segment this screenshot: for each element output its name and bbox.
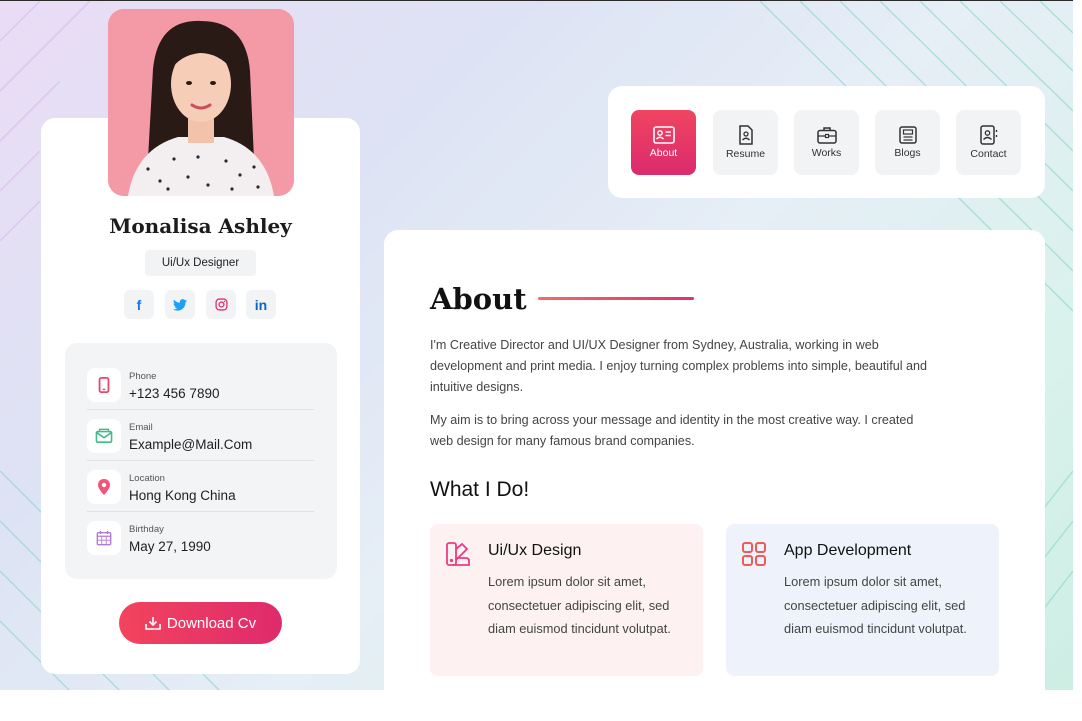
service-description: Lorem ipsum dolor sit amet, consectetuer… bbox=[784, 574, 967, 636]
tab-about[interactable]: About bbox=[631, 110, 696, 175]
linkedin-button[interactable]: in bbox=[246, 290, 276, 319]
briefcase-icon bbox=[816, 127, 837, 144]
phone-icon bbox=[98, 377, 110, 393]
contact-row-email: Email Example@Mail.Com bbox=[87, 410, 314, 461]
tab-label: About bbox=[649, 147, 678, 159]
apps-grid-icon bbox=[742, 542, 766, 566]
service-title: Ui/Ux Design bbox=[488, 542, 582, 559]
location-icon bbox=[98, 479, 110, 495]
service-title: App Development bbox=[784, 542, 912, 559]
contact-label: Location bbox=[129, 473, 165, 484]
location-icon-box bbox=[87, 470, 121, 504]
calendar-icon-box bbox=[87, 521, 121, 555]
tab-label: Blogs bbox=[894, 147, 921, 159]
contact-value: +123 456 7890 bbox=[129, 386, 220, 401]
contact-icon bbox=[979, 125, 997, 145]
email-icon bbox=[95, 428, 113, 444]
phone-icon-box bbox=[87, 368, 121, 402]
twitter-button[interactable] bbox=[165, 290, 195, 319]
avatar-portrait bbox=[108, 9, 294, 196]
design-icon bbox=[446, 542, 470, 566]
resume-icon bbox=[738, 125, 753, 145]
facebook-icon: f bbox=[136, 296, 142, 313]
instagram-icon bbox=[214, 298, 228, 311]
tab-label: Works bbox=[811, 147, 842, 159]
download-icon bbox=[145, 617, 161, 630]
service-card-app-development: App Development Lorem ipsum dolor sit am… bbox=[726, 524, 999, 676]
calendar-icon bbox=[96, 530, 112, 546]
section-title: About bbox=[430, 282, 527, 316]
contact-label: Email bbox=[129, 422, 153, 433]
twitter-icon bbox=[173, 298, 187, 311]
profile-role-badge: Ui/Ux Designer bbox=[145, 250, 256, 276]
email-icon-box bbox=[87, 419, 121, 453]
download-cv-button[interactable]: Download Cv bbox=[119, 602, 282, 644]
contact-label: Phone bbox=[129, 371, 157, 382]
service-description: Lorem ipsum dolor sit amet, consectetuer… bbox=[488, 574, 671, 636]
contact-info-panel: Phone +123 456 7890 Email Example@Mail.C… bbox=[65, 343, 337, 579]
contact-row-birthday: Birthday May 27, 1990 bbox=[87, 512, 314, 563]
tab-blogs[interactable]: Blogs bbox=[875, 110, 940, 175]
about-paragraph-1: I'm Creative Director and UI/UX Designer… bbox=[430, 338, 928, 394]
tab-label: Resume bbox=[725, 148, 766, 160]
tab-label: Contact bbox=[970, 148, 1007, 160]
tab-resume[interactable]: Resume bbox=[713, 110, 778, 175]
download-cv-label: Download Cv bbox=[166, 614, 257, 632]
tab-contact[interactable]: Contact bbox=[956, 110, 1021, 175]
what-i-do-heading: What I Do! bbox=[430, 478, 530, 501]
contact-row-location: Location Hong Kong China bbox=[87, 461, 314, 512]
linkedin-icon: in bbox=[254, 296, 268, 313]
contact-row-phone: Phone +123 456 7890 bbox=[87, 359, 314, 410]
service-card-uiux: Ui/Ux Design Lorem ipsum dolor sit amet,… bbox=[430, 524, 703, 676]
about-paragraph-2: My aim is to bring across your message a… bbox=[430, 413, 914, 448]
profile-name: Monalisa Ashley bbox=[109, 214, 292, 238]
title-underline bbox=[538, 297, 694, 300]
blog-icon bbox=[898, 126, 917, 144]
contact-value: Example@Mail.Com bbox=[129, 437, 253, 452]
contact-value: May 27, 1990 bbox=[129, 539, 211, 554]
about-icon bbox=[652, 126, 675, 144]
facebook-button[interactable]: f bbox=[124, 290, 154, 319]
avatar bbox=[108, 9, 294, 196]
contact-label: Birthday bbox=[129, 524, 164, 535]
contact-value: Hong Kong China bbox=[129, 488, 236, 503]
instagram-button[interactable] bbox=[206, 290, 236, 319]
tab-works[interactable]: Works bbox=[794, 110, 859, 175]
